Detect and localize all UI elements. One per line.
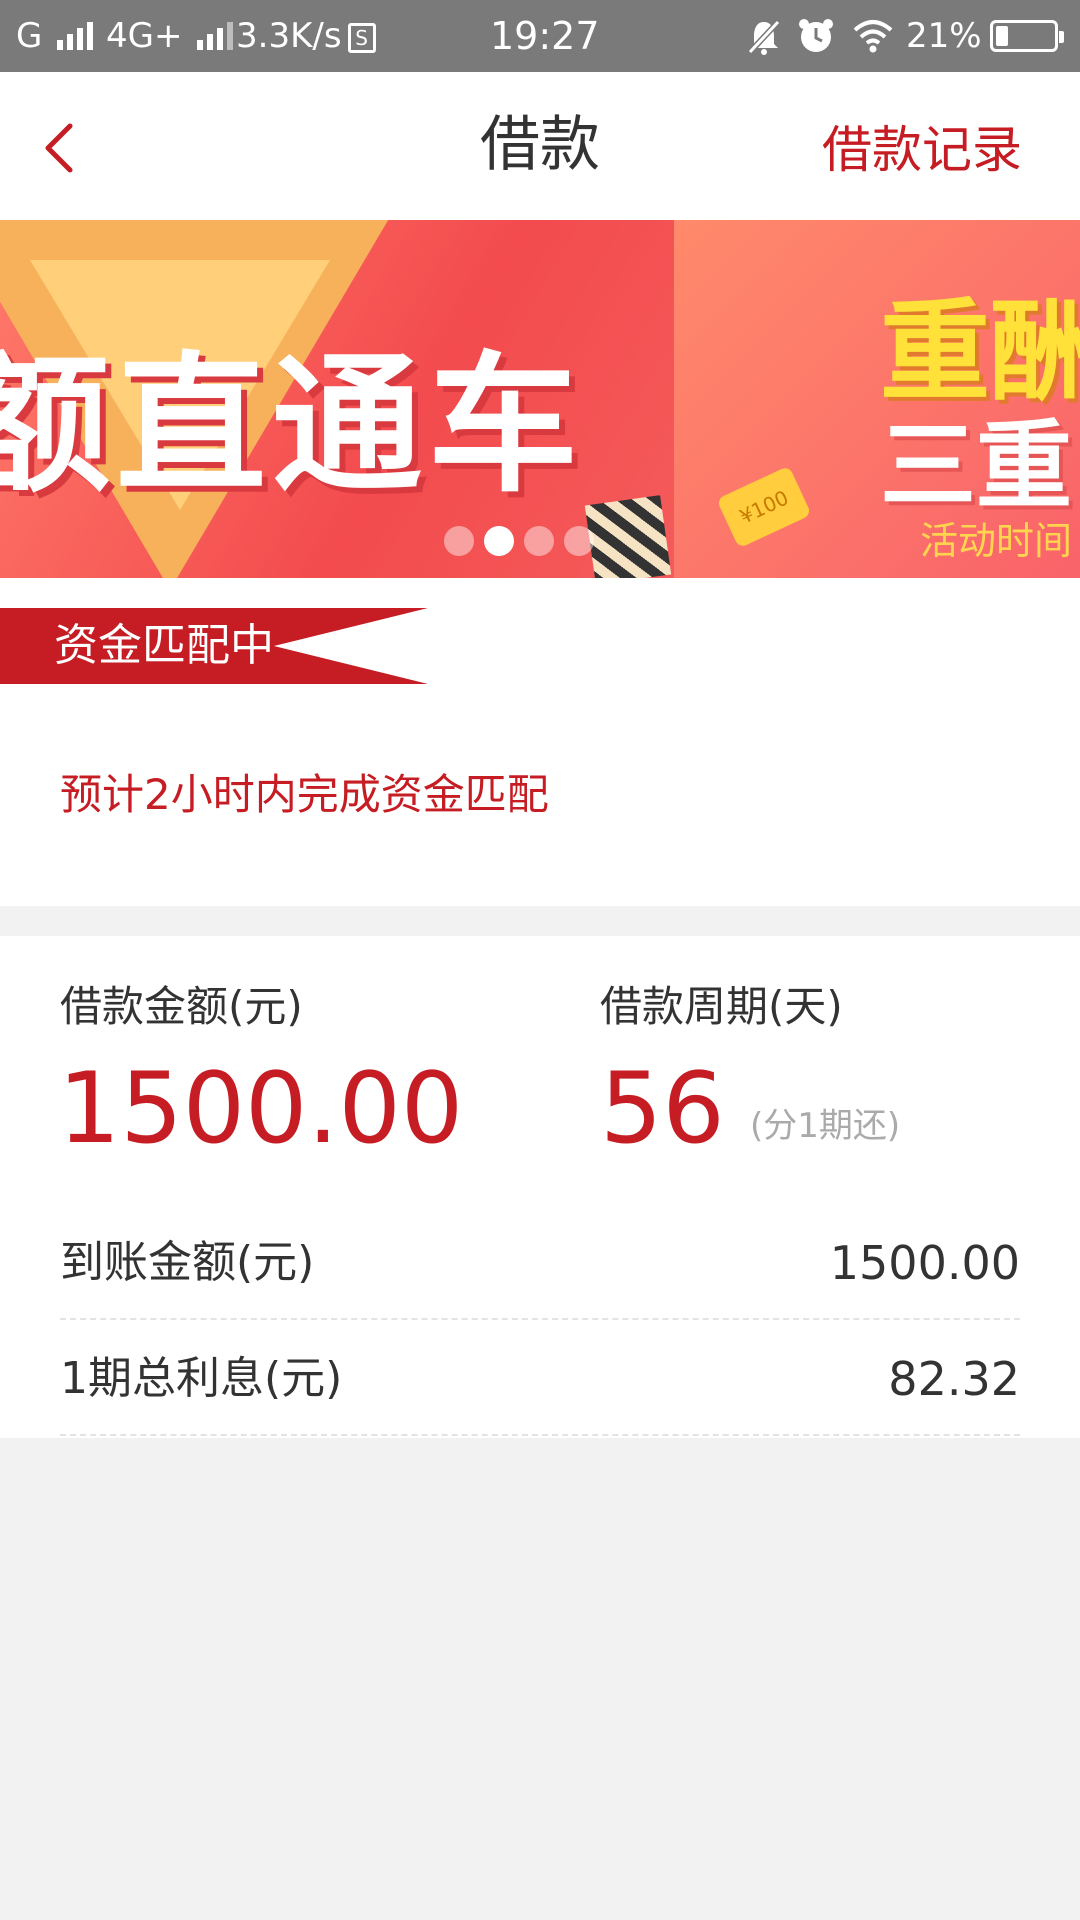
loan-amount-value: 1500.00	[58, 1052, 464, 1166]
banner-slide-1[interactable]: 额直通车	[0, 220, 674, 578]
clock: 19:27	[490, 14, 600, 58]
interest-value: 82.32	[888, 1352, 1020, 1406]
s-badge-icon: S	[347, 22, 376, 53]
interest-label: 1期总利息(元)	[60, 1353, 343, 1404]
banner-slide-2[interactable]: ¥100 重酬 三重 活动时间	[674, 220, 1080, 578]
banner-slide-1-text: 额直通车	[0, 339, 585, 513]
coupon-icon: ¥100	[716, 465, 812, 549]
carrier-signal-2: 4G+	[106, 0, 234, 72]
battery-percent: 21%	[906, 16, 982, 56]
match-eta-text: 预计2小时内完成资金匹配	[60, 770, 549, 819]
battery-icon	[990, 20, 1064, 52]
match-status-panel: 资金匹配中 预计2小时内完成资金匹配	[0, 578, 1080, 906]
wifi-icon	[852, 0, 894, 72]
speed-label: 3.3K/s	[236, 16, 342, 56]
network-label: 4G+	[106, 16, 183, 56]
interest-row: 1期总利息(元) 82.32	[60, 1320, 1020, 1436]
carrier-label: G	[16, 16, 43, 56]
network-speed: 3.3K/s S	[236, 0, 376, 72]
promo-banner-carousel[interactable]: 额直通车 ¥100 重酬 三重 活动时间	[0, 220, 1080, 578]
signal-icon	[193, 21, 234, 54]
status-bar: G 4G+ 3.3K/s S 19:27 21%	[0, 0, 1080, 72]
alarm-icon	[796, 0, 836, 72]
banner-slide-2-line3: 活动时间	[920, 519, 1073, 563]
loan-records-link[interactable]: 借款记录	[822, 120, 1022, 180]
loan-details-card: 借款金额(元) 1500.00 借款周期(天) 56 (分1期还) 到账金额(元…	[0, 936, 1080, 1438]
loan-term-label: 借款周期(天)	[600, 982, 843, 1031]
received-amount-label: 到账金额(元)	[60, 1237, 315, 1288]
carrier-signal: G	[16, 0, 94, 72]
carousel-dot[interactable]	[444, 526, 474, 556]
loan-term-value: 56	[600, 1052, 725, 1166]
signal-icon	[53, 21, 94, 54]
status-ribbon-label: 资金匹配中	[54, 620, 274, 671]
received-amount-value: 1500.00	[829, 1236, 1020, 1290]
loan-amount-label: 借款金额(元)	[60, 982, 303, 1031]
mute-bell-icon	[746, 0, 782, 72]
carousel-indicator	[444, 526, 604, 556]
banner-slide-2-line2: 三重	[880, 410, 1072, 522]
carousel-dot[interactable]	[564, 526, 594, 556]
nav-header: 借款 借款记录	[0, 72, 1080, 220]
received-amount-row: 到账金额(元) 1500.00	[60, 1204, 1020, 1320]
carousel-dot[interactable]	[524, 526, 554, 556]
carousel-dot[interactable]	[484, 526, 514, 556]
loan-term-note: (分1期还)	[750, 1106, 901, 1146]
